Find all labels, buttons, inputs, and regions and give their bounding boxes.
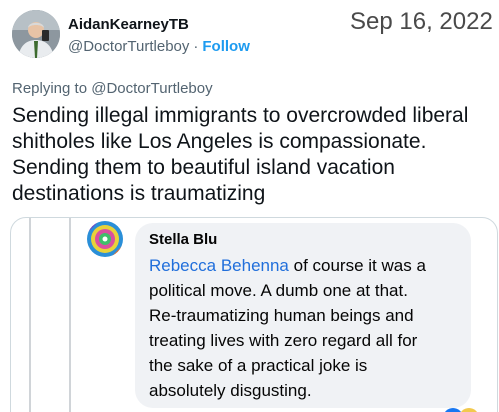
commenter-name[interactable]: Stella Blu <box>149 231 217 248</box>
comment-line-text: of course it was a <box>288 256 426 275</box>
tweet-text-line: Sending illegal immigrants to overcrowde… <box>12 104 469 127</box>
comment-line: political move. A dumb one at that. <box>149 281 408 300</box>
replying-to-mention[interactable]: @DoctorTurtleboy <box>91 80 212 97</box>
author-handle[interactable]: @DoctorTurtleboy <box>68 38 189 55</box>
comment-line: Re-traumatizing human beings and <box>149 306 414 325</box>
comment-bubble: Stella Blu Rebecca Behenna of course it … <box>135 223 471 408</box>
tweet-text-line: destinations is traumatizing <box>12 182 266 205</box>
follow-button[interactable]: Follow <box>202 38 250 55</box>
tweet-text-line: shitholes like Los Angeles is compassion… <box>12 130 427 153</box>
tweet-text-line: Sending them to beautiful island vacatio… <box>12 156 395 179</box>
separator-dot: · <box>193 38 199 55</box>
tweet-screenshot: AidanKearneyTB @DoctorTurtleboy · Follow S… <box>0 0 499 412</box>
thread-line <box>69 218 71 412</box>
tweet-text: Sending illegal immigrants to overcrowde… <box>12 103 497 207</box>
replying-to-prefix: Replying to <box>12 80 88 97</box>
date-stamp: Sep 16, 2022 <box>350 8 493 35</box>
emoji-reaction-icon <box>459 408 479 412</box>
replying-to-line: Replying to @DoctorTurtleboy <box>12 80 213 97</box>
comment-line: the sake of a practical joke is <box>149 356 368 375</box>
comment-line: Rebecca Behenna of course it was a <box>149 253 426 278</box>
comment-line: treating lives with zero regard all for <box>149 331 418 350</box>
thread-line <box>29 218 31 412</box>
tagged-user-link[interactable]: Rebecca Behenna <box>149 256 289 275</box>
embedded-image-card[interactable]: Stella Blu Rebecca Behenna of course it … <box>10 217 498 412</box>
author-handle-row: @DoctorTurtleboy · Follow <box>68 38 250 55</box>
author-avatar[interactable] <box>12 10 60 58</box>
comment-line: absolutely disgusting. <box>149 381 312 400</box>
commenter-avatar[interactable] <box>87 221 123 257</box>
comment-body: Rebecca Behenna of course it was a polit… <box>149 253 426 403</box>
author-display-name[interactable]: AidanKearneyTB <box>68 16 189 33</box>
